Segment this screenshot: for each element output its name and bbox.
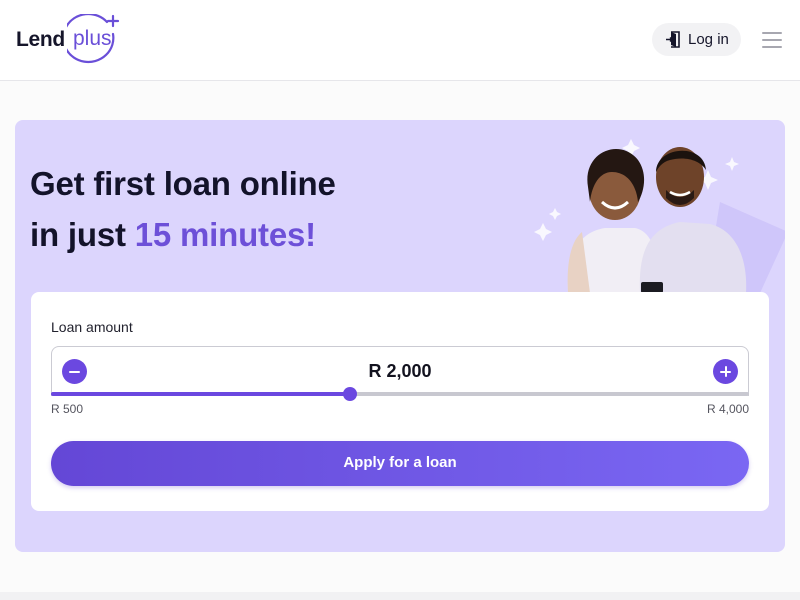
apply-button-label: Apply for a loan: [343, 454, 457, 471]
headline-line-1: Get first loan online: [30, 165, 336, 202]
range-min-label: R 500: [51, 402, 84, 416]
loan-calculator-card: Loan amount R 2,000 R 500 R 4,000 Apply …: [31, 292, 769, 511]
hero-banner: Get first loan online in just 15 minutes…: [15, 120, 785, 552]
apply-for-loan-button[interactable]: Apply for a loan: [51, 441, 749, 486]
site-header: Lend plus Log in: [0, 0, 800, 81]
logo-wordmark-lend: Lend: [16, 28, 65, 51]
door-enter-icon: [666, 31, 680, 48]
loan-amount-label: Loan amount: [51, 319, 133, 335]
range-max-label: R 4,000: [706, 402, 749, 416]
hamburger-menu-icon[interactable]: [762, 31, 782, 48]
loan-amount-slider[interactable]: [51, 387, 749, 401]
login-button[interactable]: Log in: [652, 23, 741, 56]
loan-amount-value[interactable]: R 2,000: [52, 361, 748, 382]
hero-headline: Get first loan online in just 15 minutes…: [30, 158, 450, 260]
next-section-edge: [0, 592, 800, 600]
logo-wordmark-plus: plus: [73, 27, 112, 50]
slider-thumb[interactable]: [343, 387, 358, 401]
slider-fill: [51, 392, 351, 396]
login-label: Log in: [688, 31, 729, 48]
loan-amount-stepper: R 2,000: [51, 346, 749, 396]
plus-icon[interactable]: [713, 359, 738, 384]
headline-line-2-accent: 15 minutes!: [134, 216, 316, 253]
lendplus-logo[interactable]: Lend plus: [16, 14, 122, 68]
couple-photo-image: [534, 139, 785, 293]
headline-line-2-prefix: in just: [30, 216, 126, 253]
